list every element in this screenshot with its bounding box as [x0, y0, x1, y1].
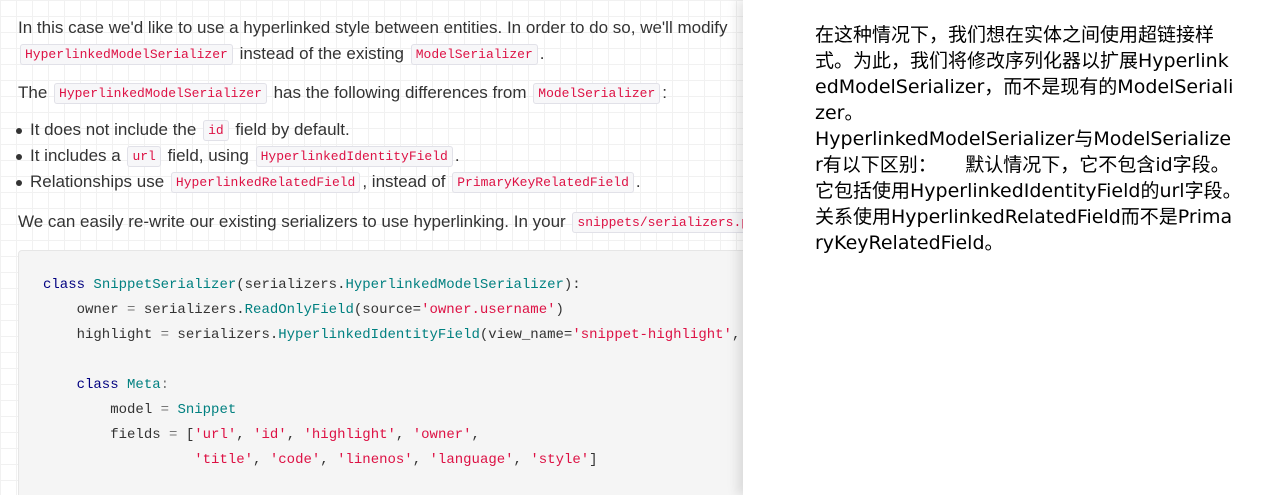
list-item: Relationships use HyperlinkedRelatedFiel…	[16, 170, 641, 195]
paragraph-intro-line2: HyperlinkedModelSerializer instead of th…	[18, 42, 545, 67]
code-line: 'title', 'code', 'linenos', 'language', …	[194, 452, 598, 468]
bullet-icon	[16, 180, 22, 186]
paragraph-differences: The HyperlinkedModelSerializer has the f…	[18, 83, 668, 104]
code-line: class SnippetSerializer(serializers.Hype…	[43, 277, 581, 293]
inline-code-hyperlinked-model-serializer: HyperlinkedModelSerializer	[20, 44, 233, 65]
list-item: It includes a url field, using Hyperlink…	[16, 144, 460, 169]
inline-code: HyperlinkedRelatedField	[170, 172, 361, 193]
translation-text: 在这种情况下，我们想在实体之间使用超链接样式。为此，我们将修改序列化器以扩展Hy…	[815, 24, 1234, 254]
paragraph-rewrite: We can easily re-write our existing seri…	[18, 210, 743, 235]
code-content: class SnippetSerializer(serializers.Hype…	[43, 273, 743, 473]
inline-code: url	[127, 146, 161, 167]
inline-code-file-path: snippets/serializers.py	[572, 212, 743, 233]
list-item: It does not include the id field by defa…	[16, 118, 350, 143]
code-line: model = Snippet	[43, 402, 237, 418]
code-line: fields = ['url', 'id', 'highlight', 'own…	[43, 427, 480, 443]
translation-panel: 在这种情况下，我们想在实体之间使用超链接样式。为此，我们将修改序列化器以扩展Hy…	[743, 0, 1270, 495]
code-line: owner = serializers.ReadOnlyField(source…	[43, 302, 564, 318]
bullet-icon	[16, 154, 22, 160]
inline-code-model-serializer: ModelSerializer	[410, 44, 538, 65]
code-line: highlight = serializers.HyperlinkedIdent…	[43, 327, 741, 343]
bullet-icon	[16, 128, 22, 134]
paragraph-intro-line1: In this case we'd like to use a hyperlin…	[18, 18, 728, 37]
inline-code-hyperlinked-model-serializer: HyperlinkedModelSerializer	[54, 83, 267, 104]
code-block[interactable]: class SnippetSerializer(serializers.Hype…	[18, 250, 743, 495]
inline-code: PrimaryKeyRelatedField	[452, 172, 634, 193]
inline-code-model-serializer: ModelSerializer	[533, 83, 661, 104]
inline-code: HyperlinkedIdentityField	[255, 146, 453, 167]
code-line: class Meta:	[43, 377, 170, 393]
docs-page: In this case we'd like to use a hyperlin…	[0, 0, 743, 495]
inline-code: id	[203, 120, 229, 141]
